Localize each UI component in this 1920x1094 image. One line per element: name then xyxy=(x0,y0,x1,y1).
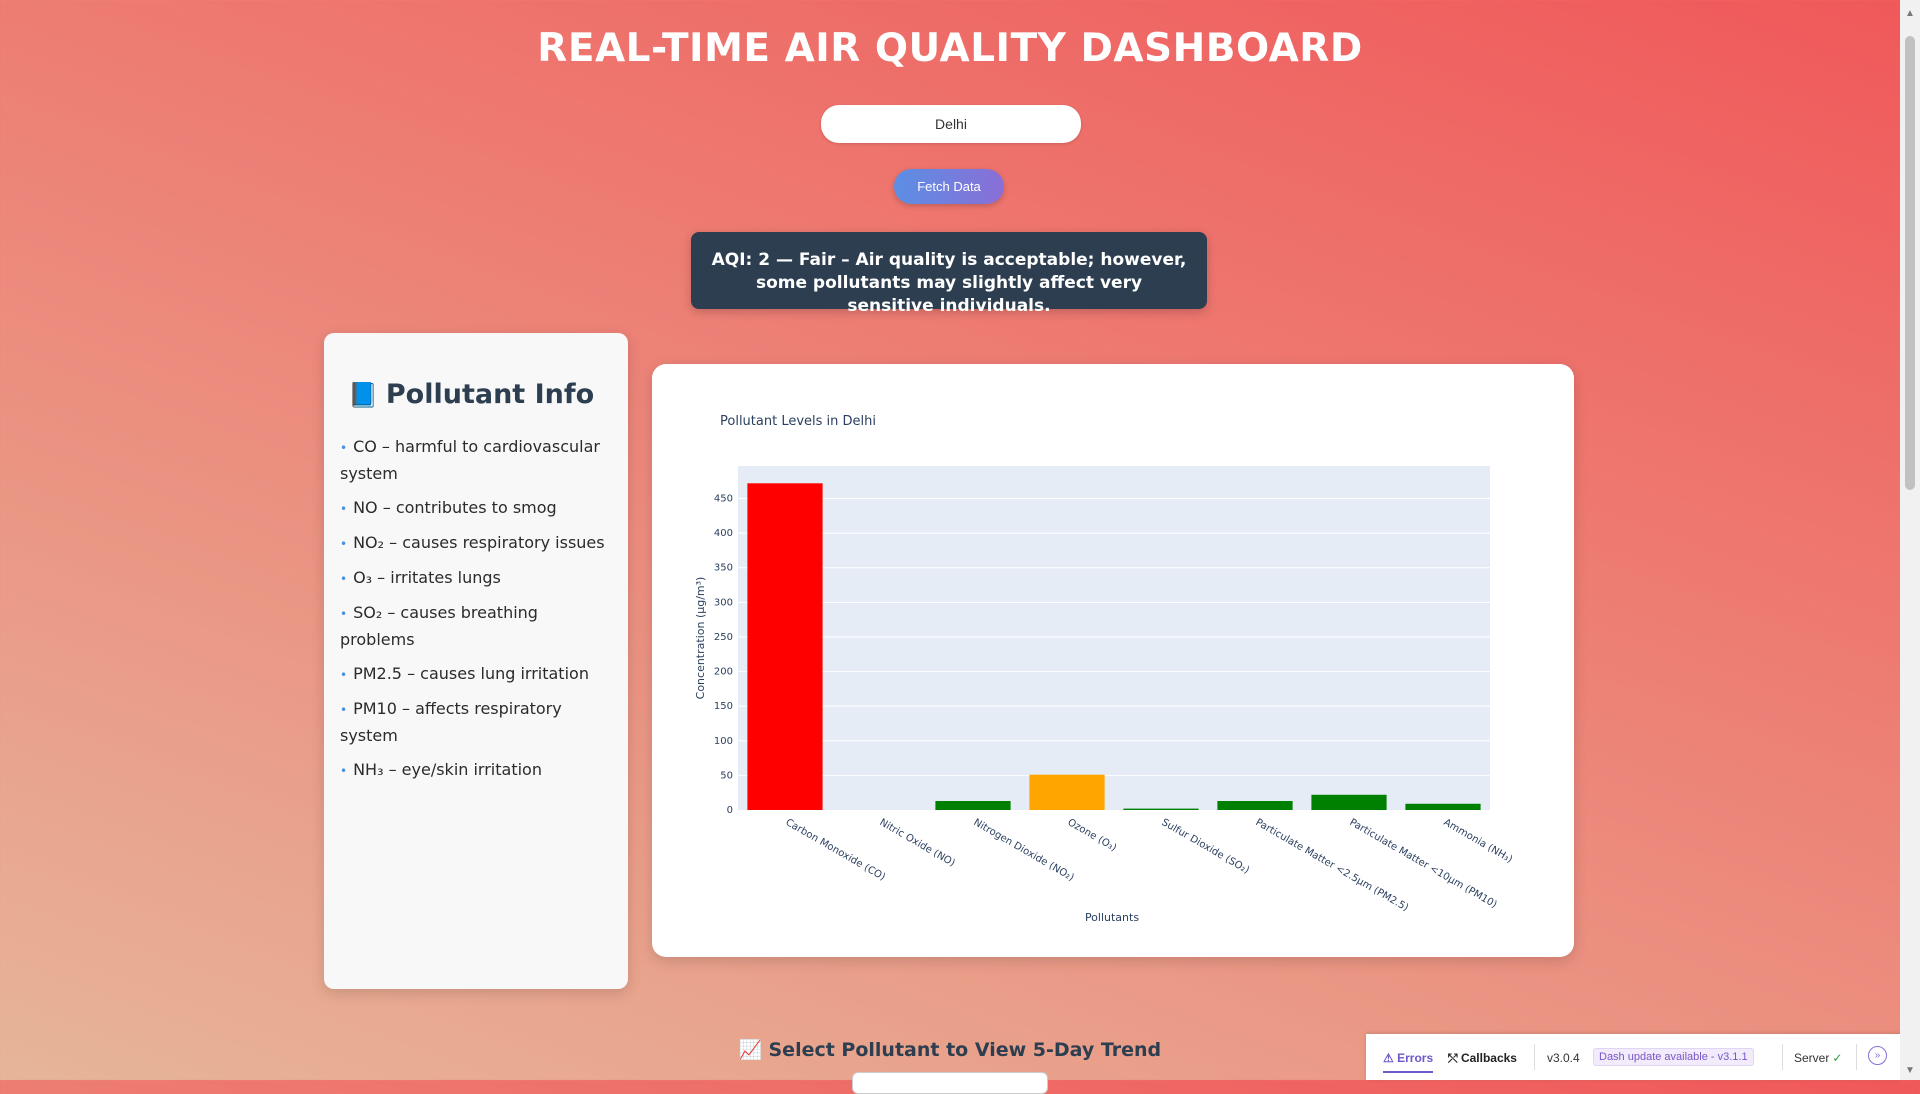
y-tick-label: 50 xyxy=(720,770,733,781)
y-tick-label: 400 xyxy=(714,528,733,539)
scroll-down-arrow-icon[interactable]: ▼ xyxy=(1905,1065,1915,1076)
x-tick-label: Nitrogen Dioxide (NO₂) xyxy=(972,817,1076,884)
pollutant-info-title: 📘 Pollutant Info xyxy=(348,379,610,410)
list-item-text: NO₂ – causes respiratory issues xyxy=(353,533,605,552)
bullet-icon: • xyxy=(340,668,348,682)
bar[interactable] xyxy=(1405,803,1481,810)
x-tick-label: Ammonia (NH₃) xyxy=(1442,817,1515,865)
chart-increasing-icon: 📈 xyxy=(738,1039,763,1061)
bullet-icon: • xyxy=(340,441,348,455)
bullet-icon: • xyxy=(340,764,348,778)
list-item: • NO – contributes to smog xyxy=(340,495,610,522)
list-item: • CO – harmful to cardiovascular system xyxy=(340,434,610,487)
y-axis-ticks: 0 50 100 150 200 250 300 350 400 450 xyxy=(714,494,733,816)
list-item: • PM10 – affects respiratory system xyxy=(340,696,610,749)
x-tick-label: Particulate Matter <10µm (PM10) xyxy=(1348,817,1499,911)
divider xyxy=(1534,1044,1535,1070)
bullet-icon: • xyxy=(340,572,348,586)
devtools-server-status: Server ✓ xyxy=(1794,1051,1842,1065)
y-tick-label: 300 xyxy=(714,597,733,608)
x-tick-label: Nitric Oxide (NO) xyxy=(878,817,957,869)
dash-devtools-bar: ⚠ Errors ⤲ Callbacks v3.0.4 Dash update … xyxy=(1366,1034,1900,1080)
x-tick-label: Carbon Monoxide (CO) xyxy=(784,817,888,883)
x-tick-label: Particulate Matter <2.5µm (PM2.5) xyxy=(1254,817,1411,914)
page-scrollbar[interactable]: ▲ ▼ xyxy=(1900,0,1920,1080)
y-tick-label: 250 xyxy=(714,632,733,643)
devtools-toggle-icon[interactable]: » xyxy=(1868,1046,1887,1065)
devtools-callbacks-label: Callbacks xyxy=(1460,1051,1517,1065)
y-axis-label: Concentration (µg/m³) xyxy=(694,577,707,700)
list-item: • O₃ – irritates lungs xyxy=(340,565,610,592)
bar[interactable] xyxy=(1311,794,1387,810)
aqi-status-box: AQI: 2 — Fair – Air quality is acceptabl… xyxy=(691,232,1207,316)
warning-icon: ⚠ xyxy=(1383,1051,1398,1065)
bullet-icon: • xyxy=(340,703,348,717)
devtools-errors-tab[interactable]: ⚠ Errors xyxy=(1383,1051,1434,1073)
x-tick-label: Sulfur Dioxide (SO₂) xyxy=(1160,817,1252,876)
list-item-text: CO – harmful to cardiovascular system xyxy=(340,437,600,483)
callbacks-icon: ⤲ xyxy=(1448,1051,1461,1065)
bar[interactable] xyxy=(747,483,823,810)
bullet-icon: • xyxy=(340,537,348,551)
bullet-icon: • xyxy=(340,502,348,516)
check-circle-icon: ✓ xyxy=(1832,1051,1843,1065)
bullet-icon: • xyxy=(340,607,348,621)
page-title: REAL-TIME AIR QUALITY DASHBOARD xyxy=(537,26,1363,71)
devtools-update-badge[interactable]: Dash update available - v3.1.1 xyxy=(1593,1048,1754,1066)
devtools-server-label: Server xyxy=(1794,1051,1830,1065)
x-axis-ticks: Carbon Monoxide (CO)Nitric Oxide (NO) Nit… xyxy=(784,817,1515,914)
y-tick-label: 450 xyxy=(714,494,733,505)
book-icon: 📘 xyxy=(348,381,378,409)
list-item-text: NO – contributes to smog xyxy=(353,498,557,517)
divider xyxy=(1782,1044,1783,1070)
devtools-errors-label: Errors xyxy=(1397,1051,1434,1065)
devtools-callbacks-tab[interactable]: ⤲ Callbacks xyxy=(1448,1051,1517,1066)
bar[interactable] xyxy=(1123,808,1199,810)
city-input[interactable] xyxy=(821,105,1081,143)
pollutant-info-list: • CO – harmful to cardiovascular system •… xyxy=(340,434,610,784)
pollutant-info-panel: 📘 Pollutant Info • CO – harmful to cardiov… xyxy=(324,333,628,989)
y-tick-label: 200 xyxy=(714,667,733,678)
pollutant-chart-card: Pollutant Levels in Delhi 0 50 100 150 200 25… xyxy=(652,364,1574,957)
divider xyxy=(1856,1044,1857,1070)
chart-title: Pollutant Levels in Delhi xyxy=(720,414,876,429)
bar[interactable] xyxy=(1029,774,1105,810)
list-item: • NO₂ – causes respiratory issues xyxy=(340,530,610,557)
y-tick-label: 100 xyxy=(714,736,733,747)
devtools-version: v3.0.4 xyxy=(1547,1051,1580,1065)
y-tick-label: 350 xyxy=(714,563,733,574)
bar[interactable] xyxy=(935,801,1011,810)
y-tick-label: 150 xyxy=(714,701,733,712)
trend-label-text: Select Pollutant to View 5-Day Trend xyxy=(768,1039,1162,1061)
list-item-text: NH₃ – eye/skin irritation xyxy=(353,760,542,779)
y-tick-label: 0 xyxy=(727,805,733,816)
list-item: • SO₂ – causes breathing problems xyxy=(340,600,610,653)
bar[interactable] xyxy=(1217,801,1293,810)
list-item-text: SO₂ – causes breathing problems xyxy=(340,603,538,649)
fetch-data-button[interactable]: Fetch Data xyxy=(894,169,1004,204)
plot-area xyxy=(738,466,1490,810)
pollutant-bar-chart[interactable]: Pollutant Levels in Delhi 0 50 100 150 200 25… xyxy=(652,364,1574,957)
list-item-text: PM2.5 – causes lung irritation xyxy=(353,664,589,683)
scrollbar-thumb[interactable] xyxy=(1905,36,1915,490)
list-item-text: O₃ – irritates lungs xyxy=(353,568,501,587)
list-item-text: PM10 – affects respiratory system xyxy=(340,699,562,745)
pollutant-dropdown[interactable] xyxy=(852,1072,1048,1094)
list-item: • PM2.5 – causes lung irritation xyxy=(340,661,610,688)
x-tick-label: Ozone (O₃) xyxy=(1066,817,1119,854)
pollutant-info-heading: Pollutant Info xyxy=(385,379,595,410)
scroll-up-arrow-icon[interactable]: ▲ xyxy=(1905,8,1915,19)
x-axis-label: Pollutants xyxy=(1085,911,1139,924)
list-item: • NH₃ – eye/skin irritation xyxy=(340,757,610,784)
